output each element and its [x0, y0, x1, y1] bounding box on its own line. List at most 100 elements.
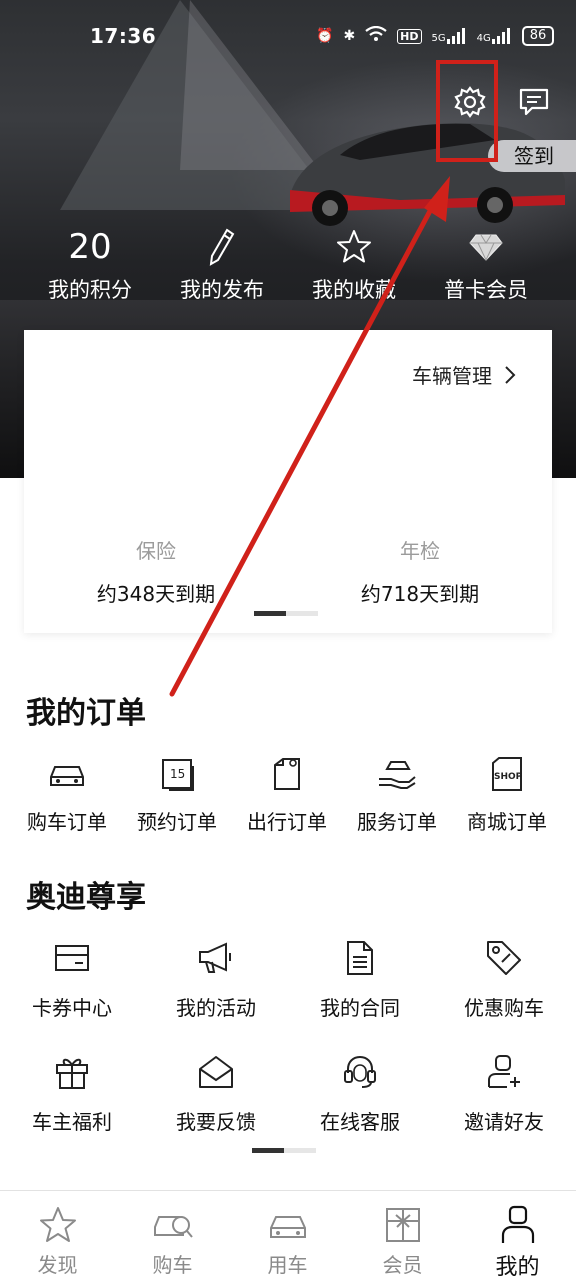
contract-icon	[347, 941, 373, 975]
stat-posts[interactable]: 我的发布	[156, 222, 288, 312]
car-icon	[269, 1216, 306, 1238]
battery-icon: 86	[521, 26, 555, 46]
card-icon	[55, 945, 89, 971]
exclusive-invite[interactable]: 邀请好友	[432, 1050, 576, 1135]
exclusive-contracts[interactable]: 我的合同	[288, 936, 432, 1021]
order-label: 商城订单	[467, 810, 547, 834]
exclusive-pager	[252, 1148, 316, 1153]
order-label: 预约订单	[137, 810, 217, 834]
profile-stats: 20 我的积分 我的发布 我的收藏 普卡会员	[24, 222, 552, 312]
stat-label: 我的收藏	[312, 278, 396, 302]
order-service[interactable]: 服务订单	[342, 752, 452, 835]
net2-label: 4G	[476, 33, 491, 44]
exclusive-label: 我的合同	[320, 996, 400, 1020]
nav-discover[interactable]: 发现	[0, 1191, 115, 1281]
exclusive-label: 车主福利	[32, 1110, 112, 1134]
exclusive-title: 奥迪尊享	[26, 880, 146, 915]
annotation-highlight-box	[436, 60, 498, 162]
exclusive-label: 卡券中心	[32, 996, 112, 1020]
exclusive-activities[interactable]: 我的活动	[144, 936, 288, 1021]
order-label: 购车订单	[27, 810, 107, 834]
vehicle-card: 车辆管理 保险 约348天到期 年检 约718天到期	[24, 330, 552, 633]
nav-member[interactable]: 会员	[345, 1191, 460, 1281]
calendar-badge: 15	[170, 767, 185, 781]
nav-buy[interactable]: 购车	[115, 1191, 230, 1281]
nav-label: 发现	[37, 1253, 78, 1277]
orders-title: 我的订单	[26, 696, 146, 731]
chevron-right-icon	[505, 365, 516, 384]
order-purchase[interactable]: 购车订单	[12, 752, 122, 835]
status-time: 17:36	[90, 24, 157, 48]
alarm-icon: ⏰	[316, 28, 334, 44]
exclusive-feedback[interactable]: 我要反馈	[144, 1050, 288, 1135]
signal-4g-icon: 4G	[477, 28, 512, 44]
nav-use-car[interactable]: 用车	[230, 1191, 345, 1281]
hd-icon: HD	[397, 28, 422, 44]
nav-label: 我的	[495, 1255, 540, 1280]
stat-favorites[interactable]: 我的收藏	[288, 222, 420, 312]
inspection-info[interactable]: 年检 约718天到期	[288, 535, 552, 607]
inspection-title: 年检	[400, 539, 440, 563]
pager-dot-active	[252, 1148, 284, 1153]
nav-label: 用车	[267, 1253, 308, 1277]
wifi-icon	[365, 25, 387, 46]
stat-label: 我的积分	[48, 278, 132, 302]
points-value: 20	[68, 227, 112, 267]
exclusive-label: 优惠购车	[464, 996, 544, 1020]
order-label: 出行订单	[247, 810, 327, 834]
nav-label: 会员	[382, 1253, 423, 1277]
order-label: 服务订单	[357, 810, 437, 834]
exclusive-owner-benefits[interactable]: 车主福利	[0, 1050, 144, 1135]
net1-label: 5G	[431, 33, 446, 44]
order-appointment[interactable]: 15 预约订单	[122, 752, 232, 835]
pager-dot	[284, 1148, 316, 1153]
exclusive-label: 在线客服	[320, 1110, 400, 1134]
tag-icon	[487, 941, 521, 975]
pager-dot-active	[254, 611, 286, 616]
stat-membership[interactable]: 普卡会员	[420, 222, 552, 312]
bottom-nav: 发现 购车 用车 会员 我的	[0, 1190, 576, 1281]
insurance-title: 保险	[136, 539, 176, 563]
service-hand-icon	[379, 761, 416, 789]
calendar-icon: 15	[162, 759, 194, 791]
signal-5g-icon: 5G	[432, 28, 467, 44]
megaphone-icon	[199, 942, 231, 973]
pencil-icon	[209, 228, 235, 266]
order-shop[interactable]: SHOP 商城订单	[452, 752, 562, 835]
stat-points[interactable]: 20 我的积分	[24, 222, 156, 312]
stat-label: 普卡会员	[444, 278, 528, 302]
bluetooth-icon: ✱	[343, 28, 356, 44]
shop-badge: SHOP	[494, 772, 523, 782]
shop-icon: SHOP	[492, 757, 523, 791]
star-icon	[337, 230, 371, 263]
exclusive-online-service[interactable]: 在线客服	[288, 1050, 432, 1135]
nav-label: 购车	[152, 1253, 193, 1277]
document-icon	[274, 758, 300, 790]
signin-button[interactable]: 签到	[488, 140, 576, 172]
exclusive-discount[interactable]: 优惠购车	[432, 936, 576, 1021]
vehicle-manage-label: 车辆管理	[412, 364, 492, 388]
card-pager	[254, 611, 318, 616]
exclusive-row-1: 卡券中心 我的活动 我的合同 优惠购车	[0, 936, 576, 1021]
insurance-info[interactable]: 保险 约348天到期	[24, 535, 288, 607]
messages-button[interactable]	[514, 82, 554, 122]
pager-dot	[286, 611, 318, 616]
car-icon	[50, 766, 84, 786]
stat-label: 我的发布	[180, 278, 264, 302]
order-travel[interactable]: 出行订单	[232, 752, 342, 835]
envelope-icon	[199, 1056, 233, 1088]
diamond-icon	[469, 234, 503, 262]
vehicle-manage-link[interactable]: 车辆管理	[412, 360, 516, 389]
insurance-value: 约348天到期	[96, 582, 216, 606]
nav-mine[interactable]: 我的	[460, 1191, 575, 1281]
gift-icon	[56, 1058, 88, 1089]
exclusive-label: 邀请好友	[464, 1110, 544, 1134]
exclusive-coupons[interactable]: 卡券中心	[0, 936, 144, 1021]
exclusive-label: 我的活动	[176, 996, 256, 1020]
exclusive-label: 我要反馈	[176, 1110, 256, 1134]
add-user-icon	[488, 1055, 520, 1088]
gift-icon	[385, 1208, 420, 1242]
star-icon	[39, 1207, 76, 1242]
orders-grid: 购车订单 15 预约订单 出行订单 服务订单 SHOP 商城订单	[12, 752, 564, 835]
car-search-icon	[153, 1216, 193, 1238]
